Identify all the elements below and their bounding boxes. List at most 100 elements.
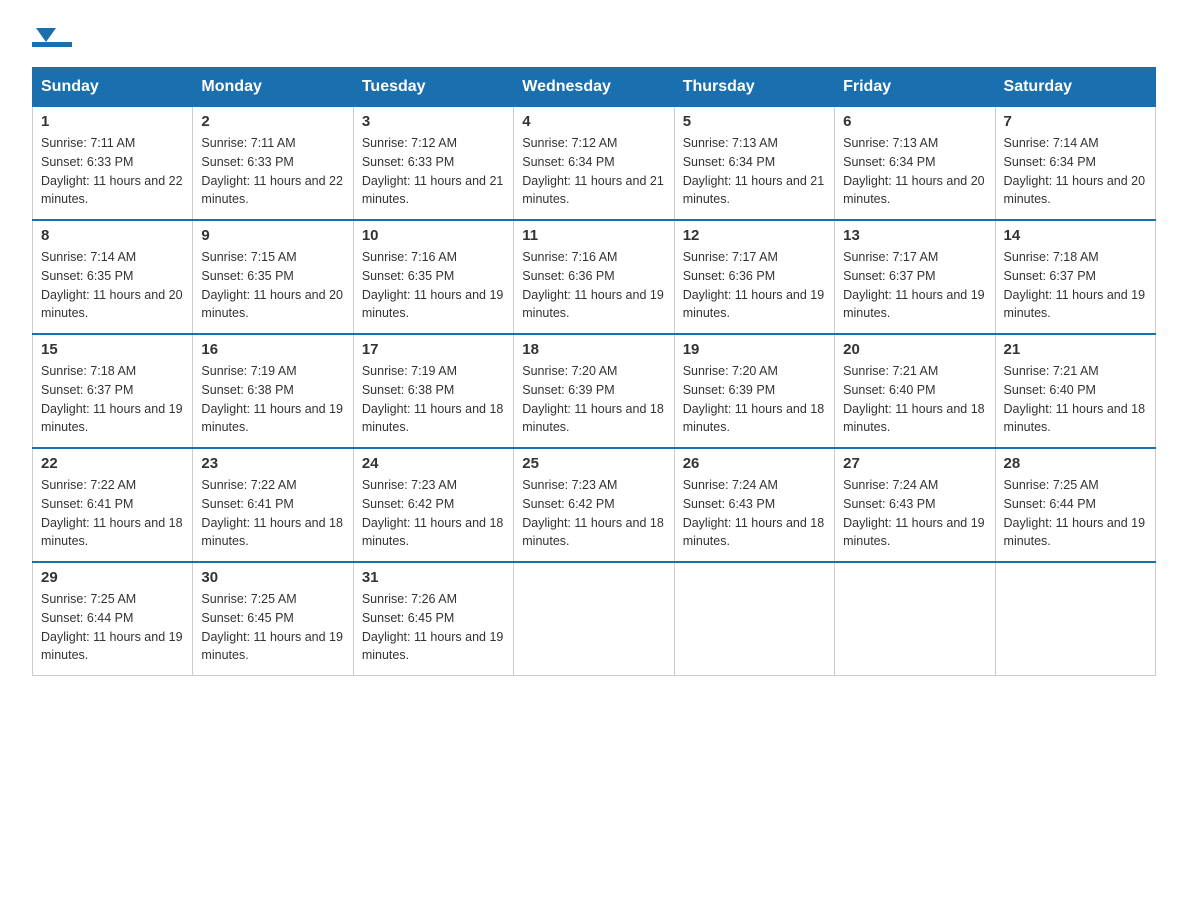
day-cell: 3 Sunrise: 7:12 AM Sunset: 6:33 PM Dayli… <box>353 107 513 221</box>
sunrise-label: Sunrise: 7:23 AM <box>522 478 617 492</box>
daylight-label: Daylight: 11 hours and 18 minutes. <box>683 516 825 549</box>
daylight-label: Daylight: 11 hours and 18 minutes. <box>362 402 504 435</box>
sunrise-label: Sunrise: 7:24 AM <box>683 478 778 492</box>
day-cell <box>835 562 995 676</box>
day-cell: 30 Sunrise: 7:25 AM Sunset: 6:45 PM Dayl… <box>193 562 353 676</box>
sunrise-label: Sunrise: 7:18 AM <box>1004 250 1099 264</box>
sunrise-label: Sunrise: 7:11 AM <box>201 136 295 150</box>
sunset-label: Sunset: 6:36 PM <box>522 269 614 283</box>
sunrise-label: Sunrise: 7:22 AM <box>41 478 136 492</box>
sunset-label: Sunset: 6:44 PM <box>41 611 133 625</box>
day-number: 14 <box>1004 227 1147 244</box>
day-cell: 9 Sunrise: 7:15 AM Sunset: 6:35 PM Dayli… <box>193 220 353 334</box>
header <box>32 24 1156 47</box>
daylight-label: Daylight: 11 hours and 21 minutes. <box>362 174 504 207</box>
daylight-label: Daylight: 11 hours and 19 minutes. <box>41 630 183 663</box>
day-cell: 2 Sunrise: 7:11 AM Sunset: 6:33 PM Dayli… <box>193 107 353 221</box>
week-row-4: 22 Sunrise: 7:22 AM Sunset: 6:41 PM Dayl… <box>33 448 1156 562</box>
day-info: Sunrise: 7:19 AM Sunset: 6:38 PM Dayligh… <box>201 362 344 437</box>
day-number: 2 <box>201 113 344 130</box>
daylight-label: Daylight: 11 hours and 19 minutes. <box>1004 516 1146 549</box>
day-number: 27 <box>843 455 986 472</box>
day-info: Sunrise: 7:22 AM Sunset: 6:41 PM Dayligh… <box>41 476 184 551</box>
day-number: 10 <box>362 227 505 244</box>
sunrise-label: Sunrise: 7:18 AM <box>41 364 136 378</box>
logo-bar <box>32 42 72 47</box>
day-cell: 21 Sunrise: 7:21 AM Sunset: 6:40 PM Dayl… <box>995 334 1155 448</box>
day-number: 8 <box>41 227 184 244</box>
week-row-3: 15 Sunrise: 7:18 AM Sunset: 6:37 PM Dayl… <box>33 334 1156 448</box>
sunset-label: Sunset: 6:37 PM <box>843 269 935 283</box>
sunrise-label: Sunrise: 7:17 AM <box>843 250 938 264</box>
day-info: Sunrise: 7:15 AM Sunset: 6:35 PM Dayligh… <box>201 248 344 323</box>
day-cell: 11 Sunrise: 7:16 AM Sunset: 6:36 PM Dayl… <box>514 220 674 334</box>
sunrise-label: Sunrise: 7:25 AM <box>41 592 136 606</box>
day-number: 31 <box>362 569 505 586</box>
day-info: Sunrise: 7:22 AM Sunset: 6:41 PM Dayligh… <box>201 476 344 551</box>
daylight-label: Daylight: 11 hours and 19 minutes. <box>843 288 985 321</box>
day-number: 9 <box>201 227 344 244</box>
day-number: 6 <box>843 113 986 130</box>
day-info: Sunrise: 7:14 AM Sunset: 6:35 PM Dayligh… <box>41 248 184 323</box>
day-info: Sunrise: 7:11 AM Sunset: 6:33 PM Dayligh… <box>201 134 344 209</box>
day-cell: 7 Sunrise: 7:14 AM Sunset: 6:34 PM Dayli… <box>995 107 1155 221</box>
day-info: Sunrise: 7:12 AM Sunset: 6:34 PM Dayligh… <box>522 134 665 209</box>
day-number: 1 <box>41 113 184 130</box>
sunset-label: Sunset: 6:43 PM <box>843 497 935 511</box>
sunrise-label: Sunrise: 7:16 AM <box>362 250 457 264</box>
sunrise-label: Sunrise: 7:12 AM <box>522 136 617 150</box>
sunrise-label: Sunrise: 7:21 AM <box>843 364 938 378</box>
day-info: Sunrise: 7:23 AM Sunset: 6:42 PM Dayligh… <box>522 476 665 551</box>
day-cell: 28 Sunrise: 7:25 AM Sunset: 6:44 PM Dayl… <box>995 448 1155 562</box>
day-cell <box>995 562 1155 676</box>
logo-arrow-icon <box>36 28 56 42</box>
day-number: 17 <box>362 341 505 358</box>
day-number: 22 <box>41 455 184 472</box>
day-cell: 26 Sunrise: 7:24 AM Sunset: 6:43 PM Dayl… <box>674 448 834 562</box>
day-info: Sunrise: 7:21 AM Sunset: 6:40 PM Dayligh… <box>843 362 986 437</box>
day-number: 24 <box>362 455 505 472</box>
day-cell: 1 Sunrise: 7:11 AM Sunset: 6:33 PM Dayli… <box>33 107 193 221</box>
sunset-label: Sunset: 6:35 PM <box>41 269 133 283</box>
day-number: 21 <box>1004 341 1147 358</box>
day-info: Sunrise: 7:21 AM Sunset: 6:40 PM Dayligh… <box>1004 362 1147 437</box>
logo-line2 <box>32 42 76 47</box>
week-row-5: 29 Sunrise: 7:25 AM Sunset: 6:44 PM Dayl… <box>33 562 1156 676</box>
day-cell: 4 Sunrise: 7:12 AM Sunset: 6:34 PM Dayli… <box>514 107 674 221</box>
day-info: Sunrise: 7:23 AM Sunset: 6:42 PM Dayligh… <box>362 476 505 551</box>
daylight-label: Daylight: 11 hours and 19 minutes. <box>201 402 343 435</box>
sunrise-label: Sunrise: 7:20 AM <box>522 364 617 378</box>
sunrise-label: Sunrise: 7:21 AM <box>1004 364 1099 378</box>
sunset-label: Sunset: 6:42 PM <box>362 497 454 511</box>
daylight-label: Daylight: 11 hours and 22 minutes. <box>41 174 183 207</box>
col-header-tuesday: Tuesday <box>353 68 513 107</box>
day-info: Sunrise: 7:16 AM Sunset: 6:36 PM Dayligh… <box>522 248 665 323</box>
sunset-label: Sunset: 6:34 PM <box>522 155 614 169</box>
sunrise-label: Sunrise: 7:12 AM <box>362 136 457 150</box>
sunset-label: Sunset: 6:45 PM <box>362 611 454 625</box>
col-header-thursday: Thursday <box>674 68 834 107</box>
day-info: Sunrise: 7:16 AM Sunset: 6:35 PM Dayligh… <box>362 248 505 323</box>
daylight-label: Daylight: 11 hours and 18 minutes. <box>522 402 664 435</box>
sunrise-label: Sunrise: 7:23 AM <box>362 478 457 492</box>
sunset-label: Sunset: 6:37 PM <box>1004 269 1096 283</box>
week-row-1: 1 Sunrise: 7:11 AM Sunset: 6:33 PM Dayli… <box>33 107 1156 221</box>
day-info: Sunrise: 7:11 AM Sunset: 6:33 PM Dayligh… <box>41 134 184 209</box>
col-header-monday: Monday <box>193 68 353 107</box>
sunset-label: Sunset: 6:33 PM <box>41 155 133 169</box>
sunset-label: Sunset: 6:33 PM <box>362 155 454 169</box>
day-cell: 29 Sunrise: 7:25 AM Sunset: 6:44 PM Dayl… <box>33 562 193 676</box>
day-number: 15 <box>41 341 184 358</box>
daylight-label: Daylight: 11 hours and 21 minutes. <box>683 174 825 207</box>
day-info: Sunrise: 7:14 AM Sunset: 6:34 PM Dayligh… <box>1004 134 1147 209</box>
sunset-label: Sunset: 6:34 PM <box>843 155 935 169</box>
sunset-label: Sunset: 6:40 PM <box>843 383 935 397</box>
day-info: Sunrise: 7:17 AM Sunset: 6:36 PM Dayligh… <box>683 248 826 323</box>
day-cell <box>674 562 834 676</box>
sunset-label: Sunset: 6:33 PM <box>201 155 293 169</box>
sunset-label: Sunset: 6:36 PM <box>683 269 775 283</box>
sunrise-label: Sunrise: 7:15 AM <box>201 250 296 264</box>
day-info: Sunrise: 7:20 AM Sunset: 6:39 PM Dayligh… <box>522 362 665 437</box>
daylight-label: Daylight: 11 hours and 19 minutes. <box>843 516 985 549</box>
col-header-saturday: Saturday <box>995 68 1155 107</box>
